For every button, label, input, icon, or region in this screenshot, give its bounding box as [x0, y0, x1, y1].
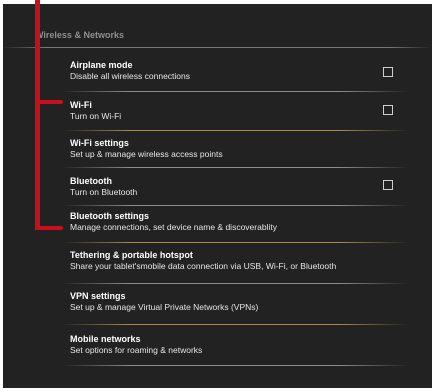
setting-subtitle: Turn on Bluetooth [70, 187, 138, 197]
setting-title: Bluetooth settings [70, 211, 149, 221]
annotation-pointer-bluetooth-settings [35, 226, 63, 230]
setting-wifi-settings[interactable]: Wi-Fi settings Set up & manage wireless … [70, 138, 410, 160]
setting-bluetooth-settings[interactable]: Bluetooth settings Manage connections, s… [70, 211, 410, 233]
setting-title: Wi-Fi settings [70, 138, 129, 148]
setting-title: Airplane mode [70, 60, 133, 70]
row-divider [61, 130, 409, 131]
setting-tethering-hotspot[interactable]: Tethering & portable hotspot Share your … [70, 250, 410, 272]
setting-title: Mobile networks [70, 334, 141, 344]
row-divider [61, 283, 409, 284]
setting-bluetooth[interactable]: Bluetooth Turn on Bluetooth [70, 176, 410, 198]
section-header-divider [3, 47, 432, 48]
setting-airplane-mode[interactable]: Airplane mode Disable all wireless conne… [70, 60, 410, 82]
setting-subtitle: Set up & manage Virtual Private Networks… [70, 302, 259, 312]
row-divider [61, 242, 409, 243]
annotation-bracket-line [35, 0, 40, 230]
section-header: Wireless & Networks [35, 30, 124, 40]
setting-title: Bluetooth [70, 176, 112, 186]
settings-screen: Wireless & Networks Airplane mode Disabl… [3, 4, 432, 388]
setting-title: Tethering & portable hotspot [70, 250, 193, 260]
bluetooth-checkbox[interactable] [383, 180, 393, 190]
wifi-checkbox[interactable] [383, 105, 393, 115]
setting-title: VPN settings [70, 291, 126, 301]
annotation-pointer-wifi [35, 100, 63, 104]
airplane-mode-checkbox[interactable] [383, 67, 393, 77]
setting-title: Wi-Fi [70, 100, 92, 110]
row-divider [61, 324, 409, 325]
row-divider [61, 167, 409, 168]
setting-subtitle: Set up & manage wireless access points [70, 149, 223, 159]
setting-vpn-settings[interactable]: VPN settings Set up & manage Virtual Pri… [70, 291, 410, 313]
row-divider [61, 205, 409, 206]
setting-subtitle: Set options for roaming & networks [70, 345, 203, 355]
setting-wifi[interactable]: Wi-Fi Turn on Wi-Fi [70, 100, 410, 122]
setting-subtitle: Manage connections, set device name & di… [70, 222, 277, 232]
setting-mobile-networks[interactable]: Mobile networks Set options for roaming … [70, 334, 410, 356]
row-divider [61, 365, 409, 366]
setting-subtitle: Share your tablet'smobile data connectio… [70, 261, 337, 271]
row-divider [61, 91, 409, 92]
setting-subtitle: Disable all wireless connections [70, 71, 191, 81]
setting-subtitle: Turn on Wi-Fi [70, 111, 122, 121]
